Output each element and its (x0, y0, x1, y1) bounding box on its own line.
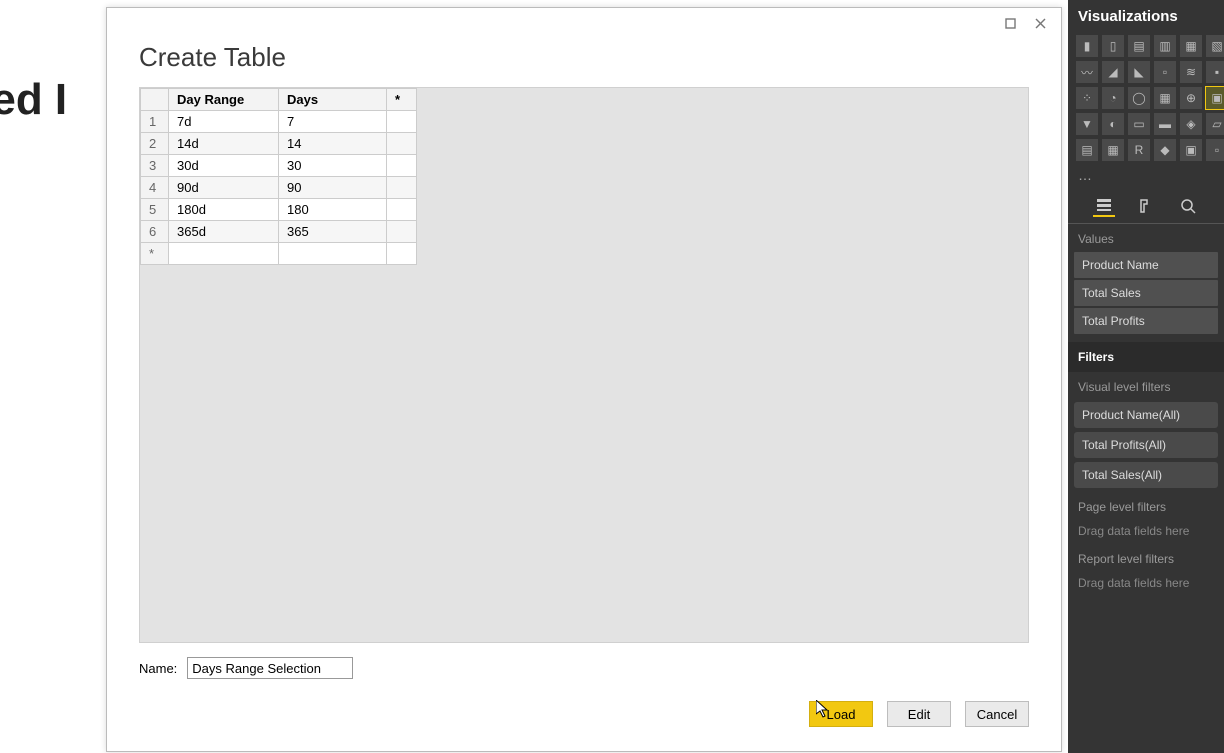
values-field[interactable]: Product Name (1074, 252, 1218, 278)
stacked-area-icon[interactable]: ◣ (1128, 61, 1150, 83)
clustered-column-icon[interactable]: ▥ (1154, 35, 1176, 57)
treemap-icon[interactable]: ▦ (1154, 87, 1176, 109)
filled-map-icon[interactable]: ▣ (1206, 87, 1224, 109)
card-icon[interactable]: ▭ (1128, 113, 1150, 135)
filter-pill[interactable]: Total Sales(All) (1074, 462, 1218, 488)
report-level-filters-label: Report level filters (1068, 544, 1224, 570)
python-visual-icon[interactable]: ◆ (1154, 139, 1176, 161)
cancel-button[interactable]: Cancel (965, 701, 1029, 727)
table-row[interactable]: 1 7d 7 (141, 111, 417, 133)
table-editor-area[interactable]: Day Range Days * 1 7d 7 2 14d 14 3 30d 3… (139, 87, 1029, 643)
kpi-icon[interactable]: ◈ (1180, 113, 1202, 135)
table-row[interactable]: 3 30d 30 (141, 155, 417, 177)
edit-button[interactable]: Edit (887, 701, 951, 727)
filters-heading: Filters (1068, 342, 1224, 372)
waterfall-icon[interactable]: ▪ (1206, 61, 1224, 83)
close-button[interactable] (1025, 12, 1055, 34)
column-header-add[interactable]: * (387, 89, 417, 111)
report-filters-dropzone[interactable]: Drag data fields here (1068, 570, 1224, 596)
values-field[interactable]: Total Profits (1074, 308, 1218, 334)
filter-pill[interactable]: Product Name(All) (1074, 402, 1218, 428)
ribbon-icon[interactable]: ≋ (1180, 61, 1202, 83)
custom-visual-icon[interactable]: ▫ (1206, 139, 1224, 161)
map-icon[interactable]: ⊕ (1180, 87, 1202, 109)
area-chart-icon[interactable]: ◢ (1102, 61, 1124, 83)
hundred-bar-icon[interactable]: ▦ (1180, 35, 1202, 57)
scatter-icon[interactable]: ⁘ (1076, 87, 1098, 109)
line-chart-icon[interactable]: 〰 (1076, 61, 1098, 83)
line-column-icon[interactable]: ▫ (1154, 61, 1176, 83)
visualizations-title: Visualizations (1068, 0, 1224, 31)
arcgis-icon[interactable]: ▣ (1180, 139, 1202, 161)
values-label: Values (1068, 224, 1224, 250)
values-field[interactable]: Total Sales (1074, 280, 1218, 306)
matrix-icon[interactable]: ▦ (1102, 139, 1124, 161)
hundred-column-icon[interactable]: ▧ (1206, 35, 1224, 57)
column-header-day-range[interactable]: Day Range (169, 89, 279, 111)
r-visual-icon[interactable]: R (1128, 139, 1150, 161)
page-level-filters-label: Page level filters (1068, 492, 1224, 518)
slicer-icon[interactable]: ▱ (1206, 113, 1224, 135)
table-icon[interactable]: ▤ (1076, 139, 1098, 161)
table-row[interactable]: 4 90d 90 (141, 177, 417, 199)
name-input[interactable] (187, 657, 353, 679)
visual-level-filters-label: Visual level filters (1068, 372, 1224, 398)
visualizations-panel: Visualizations ▮ ▯ ▤ ▥ ▦ ▧ 〰 ◢ ◣ ▫ ≋ ▪ ⁘… (1068, 0, 1224, 753)
name-label: Name: (139, 661, 177, 676)
stacked-column-icon[interactable]: ▤ (1128, 35, 1150, 57)
page-filters-dropzone[interactable]: Drag data fields here (1068, 518, 1224, 544)
stacked-bar-icon[interactable]: ▮ (1076, 35, 1098, 57)
gauge-icon[interactable]: ◐ (1102, 113, 1124, 135)
funnel-icon[interactable]: ▼ (1076, 113, 1098, 135)
filter-pill[interactable]: Total Profits(All) (1074, 432, 1218, 458)
format-tab-icon[interactable] (1135, 195, 1157, 217)
visualization-icons: ▮ ▯ ▤ ▥ ▦ ▧ 〰 ◢ ◣ ▫ ≋ ▪ ⁘ ◔ ◯ ▦ ⊕ ▣ ▼ ◐ … (1068, 31, 1224, 165)
fields-tab-icon[interactable] (1093, 195, 1115, 217)
donut-icon[interactable]: ◯ (1128, 87, 1150, 109)
analytics-tab-icon[interactable] (1177, 195, 1199, 217)
multi-card-icon[interactable]: ▬ (1154, 113, 1176, 135)
pie-icon[interactable]: ◔ (1102, 87, 1124, 109)
table-row[interactable]: 5 180d 180 (141, 199, 417, 221)
clustered-bar-icon[interactable]: ▯ (1102, 35, 1124, 57)
column-header-days[interactable]: Days (279, 89, 387, 111)
dialog-title: Create Table (107, 36, 1061, 87)
background-heading: aded I (0, 75, 67, 125)
maximize-button[interactable] (995, 12, 1025, 34)
load-button[interactable]: Load (809, 701, 873, 727)
table-row-new[interactable]: * (141, 243, 417, 265)
data-grid[interactable]: Day Range Days * 1 7d 7 2 14d 14 3 30d 3… (140, 88, 417, 265)
more-visuals-icon[interactable]: … (1068, 165, 1224, 185)
table-row[interactable]: 6 365d 365 (141, 221, 417, 243)
table-row[interactable]: 2 14d 14 (141, 133, 417, 155)
create-table-dialog: Create Table Day Range Days * 1 7d 7 2 1… (106, 7, 1062, 752)
row-header-blank (141, 89, 169, 111)
